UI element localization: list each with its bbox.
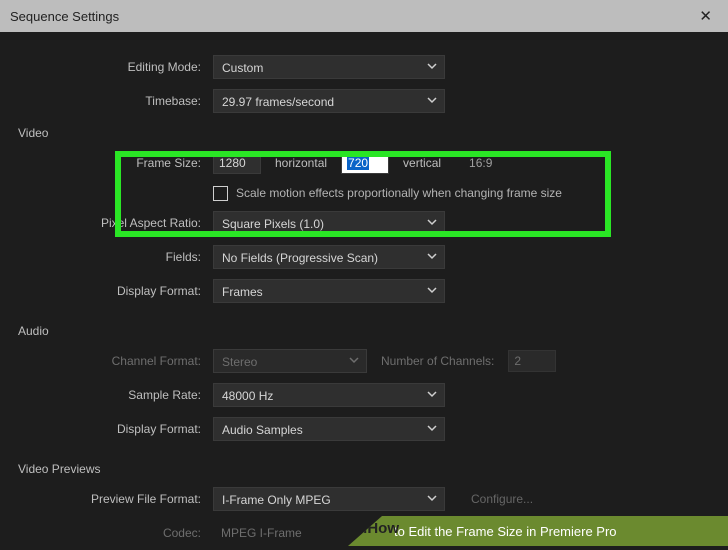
dialog-content: Editing Mode: Custom Timebase: 29.97 fra… [0, 32, 728, 546]
editing-mode-select[interactable]: Custom [213, 55, 445, 79]
channel-format-select: Stereo [213, 349, 367, 373]
chevron-down-icon [348, 354, 360, 366]
video-display-format-label: Display Format: [18, 284, 213, 298]
pixel-aspect-label: Pixel Aspect Ratio: [18, 216, 213, 230]
wikihow-text: to Edit the Frame Size in Premiere Pro [394, 524, 617, 539]
chevron-down-icon [426, 492, 438, 504]
frame-width-input[interactable]: 1280 [213, 152, 261, 174]
fields-value: No Fields (Progressive Scan) [222, 251, 378, 265]
timebase-select[interactable]: 29.97 frames/second [213, 89, 445, 113]
timebase-label: Timebase: [18, 94, 213, 108]
pixel-aspect-value: Square Pixels (1.0) [222, 217, 324, 231]
channel-format-label: Channel Format: [18, 354, 213, 368]
wikihow-banner: wikiHow to Edit the Frame Size in Premie… [348, 516, 728, 546]
frame-width-value: 1280 [219, 156, 246, 170]
chevron-down-icon [426, 250, 438, 262]
video-previews-section-title: Video Previews [18, 454, 710, 482]
aspect-ratio-value: 16:9 [455, 156, 492, 170]
fields-label: Fields: [18, 250, 213, 264]
chevron-down-icon [426, 216, 438, 228]
codec-value: MPEG I-Frame [213, 526, 302, 540]
codec-label: Codec: [18, 526, 213, 540]
video-display-format-value: Frames [222, 285, 263, 299]
horizontal-label: horizontal [261, 156, 341, 170]
num-channels-input: 2 [508, 350, 556, 372]
channel-format-value: Stereo [222, 355, 257, 369]
chevron-down-icon [426, 284, 438, 296]
audio-display-format-value: Audio Samples [222, 423, 303, 437]
chevron-down-icon [426, 422, 438, 434]
sample-rate-label: Sample Rate: [18, 388, 213, 402]
chevron-down-icon [426, 388, 438, 400]
vertical-label: vertical [389, 156, 455, 170]
frame-height-input[interactable]: 720 [341, 152, 389, 174]
sample-rate-select[interactable]: 48000 Hz [213, 383, 445, 407]
frame-height-value: 720 [347, 156, 369, 170]
chevron-down-icon [426, 94, 438, 106]
timebase-value: 29.97 frames/second [222, 95, 334, 109]
title-bar: Sequence Settings ✕ [0, 0, 728, 32]
scale-motion-checkbox[interactable] [213, 186, 228, 201]
sample-rate-value: 48000 Hz [222, 389, 273, 403]
num-channels-value: 2 [514, 354, 521, 368]
preview-file-format-value: I-Frame Only MPEG [222, 493, 331, 507]
video-section-title: Video [18, 118, 710, 146]
chevron-down-icon [426, 60, 438, 72]
audio-display-format-label: Display Format: [18, 422, 213, 436]
preview-file-format-select[interactable]: I-Frame Only MPEG [213, 487, 445, 511]
audio-display-format-select[interactable]: Audio Samples [213, 417, 445, 441]
pixel-aspect-select[interactable]: Square Pixels (1.0) [213, 211, 445, 235]
editing-mode-value: Custom [222, 61, 263, 75]
configure-button: Configure... [459, 488, 545, 510]
video-display-format-select[interactable]: Frames [213, 279, 445, 303]
scale-motion-label: Scale motion effects proportionally when… [236, 186, 562, 200]
editing-mode-label: Editing Mode: [18, 60, 213, 74]
audio-section-title: Audio [18, 316, 710, 344]
preview-file-format-label: Preview File Format: [18, 492, 213, 506]
num-channels-label: Number of Channels: [367, 354, 508, 368]
close-button[interactable]: ✕ [693, 5, 718, 27]
fields-select[interactable]: No Fields (Progressive Scan) [213, 245, 445, 269]
frame-size-label: Frame Size: [18, 156, 213, 170]
window-title: Sequence Settings [10, 9, 119, 24]
